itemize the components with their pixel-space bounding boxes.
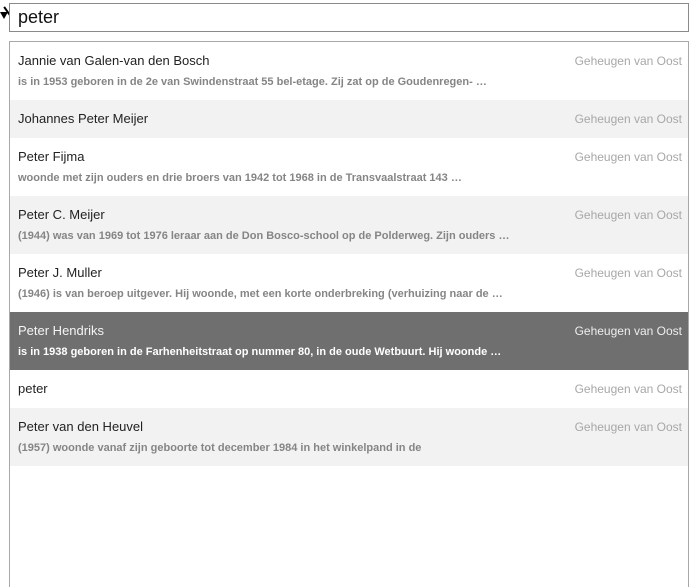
result-item[interactable]: Peter Fijma Geheugen van Oost woonde met… [10,138,688,196]
result-description: is in 1938 geboren in de Farhenheitstraa… [18,346,502,358]
result-source: Geheugen van Oost [574,112,682,126]
result-description: (1957) woonde vanaf zijn geboorte tot de… [18,442,422,454]
result-source: Geheugen van Oost [574,54,682,68]
result-source: Geheugen van Oost [574,420,682,434]
result-source: Geheugen van Oost [574,382,682,396]
result-item[interactable]: Jannie van Galen-van den Bosch Geheugen … [10,42,688,100]
result-source: Geheugen van Oost [574,324,682,338]
result-item[interactable]: Johannes Peter Meijer Geheugen van Oost [10,100,688,138]
result-item-selected[interactable]: Peter Hendriks Geheugen van Oost is in 1… [10,312,688,370]
result-item[interactable]: Peter J. Muller Geheugen van Oost (1946)… [10,254,688,312]
result-description: is in 1953 geboren in de 2e van Swindens… [18,76,487,88]
search-input[interactable] [9,3,689,32]
result-source: Geheugen van Oost [574,208,682,222]
result-source: Geheugen van Oost [574,266,682,280]
cursor-arrow-icon [0,12,8,19]
result-description: woonde met zijn ouders en drie broers va… [18,172,462,184]
result-description: (1946) is van beroep uitgever. Hij woond… [18,288,503,300]
result-source: Geheugen van Oost [574,150,682,164]
result-description: (1944) was van 1969 tot 1976 leraar aan … [18,230,510,242]
result-item[interactable]: Peter van den Heuvel Geheugen van Oost (… [10,408,688,466]
result-item[interactable]: Peter C. Meijer Geheugen van Oost (1944)… [10,196,688,254]
autocomplete-widget: Jannie van Galen-van den Bosch Geheugen … [0,0,699,587]
results-list: Jannie van Galen-van den Bosch Geheugen … [9,41,689,587]
result-item[interactable]: peter Geheugen van Oost [10,370,688,408]
